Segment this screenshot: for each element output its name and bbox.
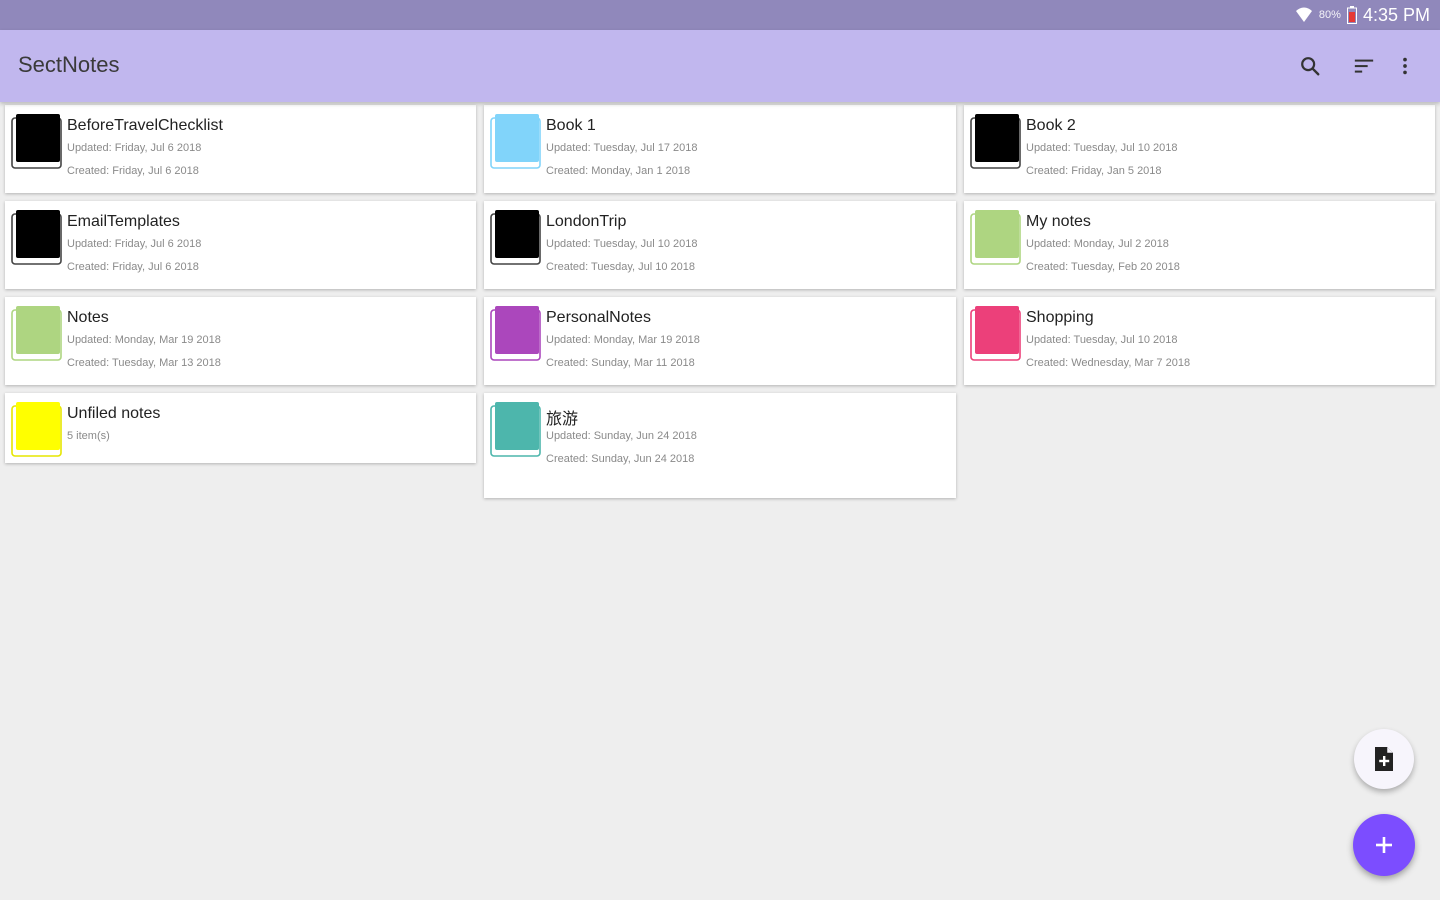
notebook-created: Created: Friday, Jul 6 2018 [67,261,199,273]
add-notebook-button[interactable] [1353,814,1415,876]
notebook-updated: Updated: Tuesday, Jul 10 2018 [546,238,698,250]
notebook-icon [970,210,1021,265]
notebook-icon [970,114,1021,169]
notebook-cover [16,210,60,258]
notebook-created: Created: Monday, Jan 1 2018 [546,165,691,177]
notebook-title: PersonalNotes [546,309,651,326]
notebook-grid: BeforeTravelChecklist Updated: Friday, J… [5,105,1435,498]
notebook-created: Created: Sunday, Jun 24 2018 [546,453,695,465]
notebook-updated: Updated: Tuesday, Jul 17 2018 [546,142,698,154]
notebook-updated: Updated: Monday, Jul 2 2018 [1026,238,1169,250]
notebook-cover [16,114,60,162]
status-bar: 80% 4:35 PM [0,0,1440,30]
notebook-created: Created: Friday, Jan 5 2018 [1026,165,1162,177]
add-note-icon [1375,747,1393,771]
notebook-icon [11,114,62,169]
notebook-created: Created: Tuesday, Mar 13 2018 [67,357,221,369]
more-vert-icon [1403,57,1407,75]
notebook-card[interactable]: Book 2 Updated: Tuesday, Jul 10 2018 Cre… [964,105,1435,193]
add-note-button[interactable] [1354,729,1414,789]
sort-icon [1354,59,1374,73]
notebook-icon [11,306,62,361]
notebook-updated: Updated: Friday, Jul 6 2018 [67,142,202,154]
notebook-created: Created: Friday, Jul 6 2018 [67,165,199,177]
notebook-title: BeforeTravelChecklist [67,117,223,134]
clock: 4:35 PM [1362,4,1430,25]
notebook-cover [975,114,1019,162]
more-options-button[interactable] [1391,52,1419,80]
battery-icon [1346,6,1357,24]
notebook-cover [495,306,539,354]
notebook-item-count: 5 item(s) [67,430,110,442]
notebook-title: Book 1 [546,117,596,134]
notebook-card[interactable]: LondonTrip Updated: Tuesday, Jul 10 2018… [484,201,956,289]
notebook-card[interactable]: Book 1 Updated: Tuesday, Jul 17 2018 Cre… [484,105,956,193]
notebook-cover [16,402,60,450]
notebook-title: Notes [67,309,109,326]
notebook-icon [11,210,62,265]
notebook-card[interactable]: BeforeTravelChecklist Updated: Friday, J… [5,105,476,193]
notebook-cover [975,306,1019,354]
notebook-card[interactable]: My notes Updated: Monday, Jul 2 2018 Cre… [964,201,1435,289]
notebook-icon [490,306,541,361]
battery-percent: 80% [1318,9,1341,21]
notebook-updated: Updated: Sunday, Jun 24 2018 [546,430,697,442]
notebook-icon [490,114,541,169]
app-title: SectNotes [18,52,120,77]
notebook-cover [495,210,539,258]
notebook-updated: Updated: Friday, Jul 6 2018 [67,238,202,250]
notebook-card[interactable]: PersonalNotes Updated: Monday, Mar 19 20… [484,297,956,385]
status-indicators: 80% 4:35 PM [1295,0,1430,30]
app-bar: SectNotes [0,30,1440,102]
notebook-cover [495,402,539,450]
notebook-card[interactable]: Shopping Updated: Tuesday, Jul 10 2018 C… [964,297,1435,385]
notebook-cover [495,114,539,162]
notebook-title: 旅游 [546,411,579,428]
notebook-title: My notes [1026,213,1091,230]
notebook-card[interactable]: 旅游 Updated: Sunday, Jun 24 2018 Created:… [484,393,956,498]
notebook-created: Created: Wednesday, Mar 7 2018 [1026,357,1191,369]
notebook-card[interactable]: Notes Updated: Monday, Mar 19 2018 Creat… [5,297,476,385]
notebook-updated: Updated: Monday, Mar 19 2018 [546,334,700,346]
notebook-created: Created: Tuesday, Feb 20 2018 [1026,261,1180,273]
notebook-icon [11,402,62,457]
notebook-updated: Updated: Tuesday, Jul 10 2018 [1026,334,1178,346]
notebook-icon [490,210,541,265]
wifi-icon [1295,7,1312,22]
notebook-title: Book 2 [1026,117,1076,134]
notebook-card[interactable]: EmailTemplates Updated: Friday, Jul 6 20… [5,201,476,289]
sort-button[interactable] [1350,52,1378,80]
notebook-updated: Updated: Monday, Mar 19 2018 [67,334,221,346]
notebook-card-unfiled[interactable]: Unfiled notes 5 item(s) [5,393,476,463]
notebook-title: Unfiled notes [67,405,161,422]
notebook-cover [16,306,60,354]
plus-icon [1376,837,1392,853]
notebook-updated: Updated: Tuesday, Jul 10 2018 [1026,142,1178,154]
notebook-created: Created: Sunday, Mar 11 2018 [546,357,695,369]
notebook-created: Created: Tuesday, Jul 10 2018 [546,261,696,273]
notebook-cover [975,210,1019,258]
notebook-icon [490,402,541,457]
notebook-icon [970,306,1021,361]
search-button[interactable] [1296,52,1324,80]
notebook-title: Shopping [1026,309,1094,326]
notebook-title: LondonTrip [546,213,627,230]
notebook-title: EmailTemplates [67,213,180,230]
search-icon [1301,57,1320,76]
